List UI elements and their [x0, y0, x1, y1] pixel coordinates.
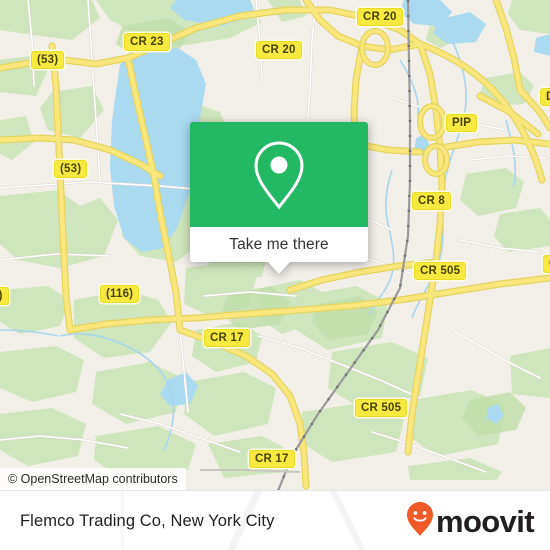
- shield-cr-505-upper: CR 505: [414, 262, 467, 280]
- shield-cr-17-upper: CR 17: [204, 329, 250, 347]
- map-screenshot: CR 23 (53) CR 20 CR 20 PIP (53) CR 8 CR 505 (116…: [0, 0, 550, 550]
- shield-cr-8: CR 8: [412, 192, 452, 210]
- shield-clipped-left: 6): [0, 287, 9, 305]
- shield-cr-23: CR 23: [124, 33, 170, 51]
- map-attribution[interactable]: © OpenStreetMap contributors: [0, 468, 186, 490]
- shield-cr-20-top: CR 20: [357, 8, 403, 26]
- moovit-logo[interactable]: moovit: [406, 501, 535, 541]
- place-popup-card[interactable]: Take me there: [190, 122, 368, 274]
- moovit-pin-icon: [406, 501, 433, 541]
- shield-53-mid: (53): [54, 160, 88, 178]
- location-pin-icon: [250, 139, 308, 211]
- place-title: Flemco Trading Co, New York City: [20, 511, 275, 530]
- take-me-there-button[interactable]: Take me there: [229, 236, 329, 254]
- attribution-text: © OpenStreetMap contributors: [8, 472, 178, 486]
- shield-cr-20-left: CR 20: [256, 41, 302, 59]
- moovit-wordmark: moovit: [435, 503, 535, 539]
- shield-cr-505-lower: CR 505: [355, 399, 408, 417]
- popup-image-area: [190, 122, 368, 227]
- shield-116: (116): [100, 285, 140, 303]
- shield-clipped-right-top: D: [540, 88, 550, 106]
- popup-action-area[interactable]: Take me there: [190, 227, 368, 274]
- shield-pip: PIP: [446, 114, 478, 132]
- bottom-info-bar: Flemco Trading Co, New York City moovit: [0, 490, 550, 550]
- shield-53-top: (53): [31, 51, 65, 69]
- popup-tail-pointer: [268, 262, 290, 274]
- shield-clipped-right-mid: C: [543, 255, 550, 273]
- shield-cr-17-lower: CR 17: [249, 450, 295, 468]
